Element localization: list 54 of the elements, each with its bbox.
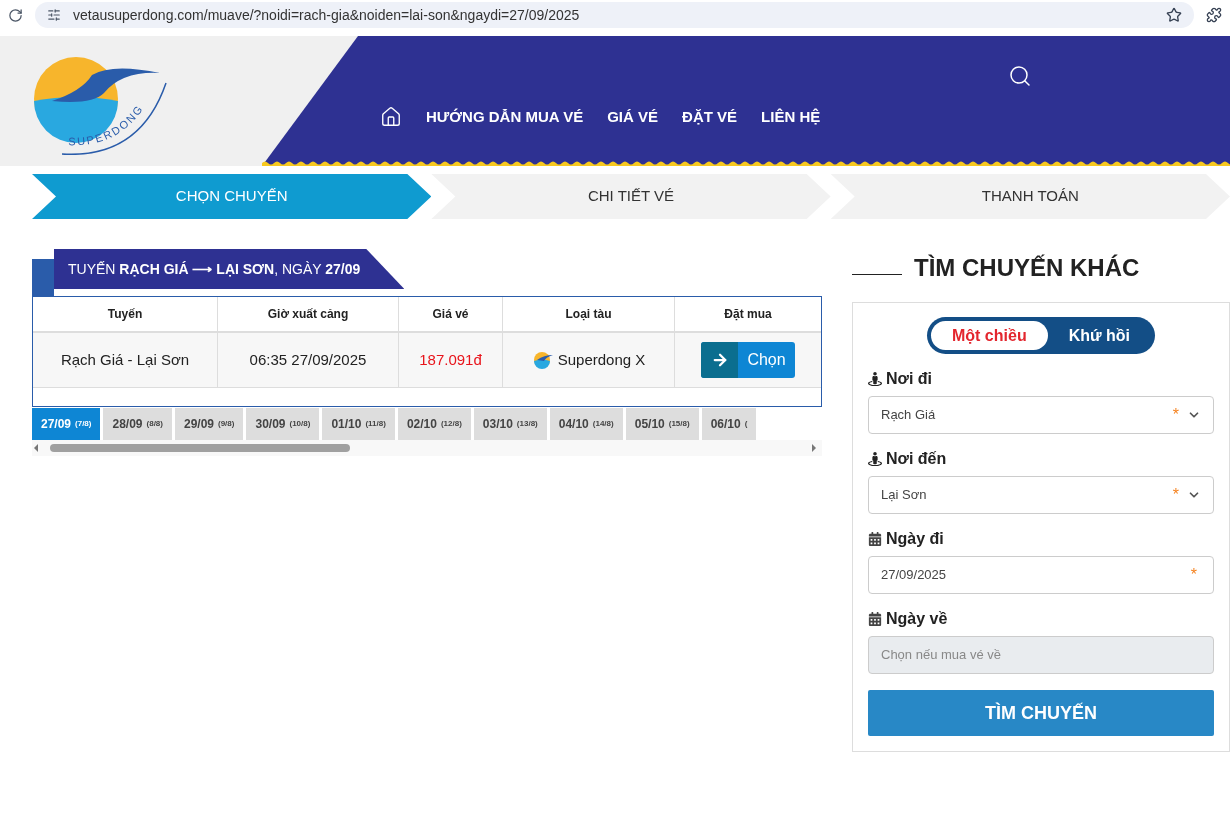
ship-logo-icon	[531, 351, 554, 369]
date-tab[interactable]: 30/09 (10/8)	[246, 408, 320, 440]
nav-link[interactable]: ĐẶT VÉ	[682, 106, 738, 129]
search-button[interactable]: TÌM CHUYẾN	[868, 690, 1214, 736]
choose-button[interactable]: Chọn	[701, 342, 795, 378]
ship-name: Superdong X	[557, 349, 646, 370]
date-tab[interactable]: 02/10 (12/8)	[397, 408, 471, 440]
column-header: Loại tàu	[503, 297, 675, 331]
field-label: Nơi đến	[886, 449, 947, 469]
column-header: Giờ xuất cảng	[218, 297, 399, 331]
site-info-icon[interactable]	[47, 8, 61, 22]
date-tab[interactable]: 27/09 (7/8)	[32, 408, 101, 440]
nav-link[interactable]: LIÊN HỆ	[761, 106, 821, 129]
calendar-icon	[868, 612, 882, 626]
nav-link[interactable]: GIÁ VÉ	[607, 106, 659, 129]
required-asterisk: *	[1172, 405, 1179, 425]
date-tab[interactable]: 06/10 (	[701, 408, 757, 440]
section-title: TÌM CHUYẾN KHÁC	[914, 253, 1140, 283]
search-icon[interactable]	[1008, 64, 1032, 88]
date-tab[interactable]: 01/10 (11/8)	[322, 408, 395, 440]
person-pin-icon	[868, 372, 882, 386]
select-field[interactable]: Rạch Giá *	[868, 396, 1214, 434]
input-field[interactable]: 27/09/2025 *	[868, 556, 1214, 594]
home-icon[interactable]	[380, 106, 402, 129]
field-label: Ngày đi	[886, 529, 944, 549]
field-label: Ngày về	[886, 609, 948, 629]
date-tab[interactable]: 28/09 (8/8)	[103, 408, 172, 440]
trip-type-option[interactable]: Khứ hồi	[1047, 321, 1151, 350]
date-tab[interactable]: 04/10 (14/8)	[549, 408, 623, 440]
required-asterisk: *	[1172, 485, 1179, 505]
column-header: Tuyến	[33, 297, 218, 331]
table-cell: 06:35 27/09/2025	[218, 333, 399, 387]
extensions-icon[interactable]	[1206, 7, 1222, 23]
reload-icon[interactable]	[8, 7, 23, 23]
date-tab[interactable]: 03/10 (13/8)	[473, 408, 547, 440]
required-asterisk: *	[1190, 565, 1197, 585]
step-tab[interactable]: THANH TOÁN	[830, 174, 1230, 219]
field-label: Nơi đi	[886, 369, 933, 389]
calendar-icon	[868, 532, 882, 546]
address-bar[interactable]: vetausuperdong.com/muave/?noidi=rach-gia&noiden=lai-son&ngaydi=27/09/2025	[35, 2, 1194, 28]
route-banner: TUYẾN RẠCH GIÁ ⟶ LẠI SƠN, NGÀY 27/09	[54, 249, 405, 289]
trip-type-option[interactable]: Một chiều	[931, 321, 1048, 350]
bookmark-star-icon[interactable]	[1166, 7, 1182, 23]
price-cell: 187.091đ	[399, 333, 503, 387]
table-cell: Rạch Giá - Lại Sơn	[33, 333, 218, 387]
column-header: Đặt mua	[723, 306, 773, 323]
url-text: vetausuperdong.com/muave/?noidi=rach-gia&noiden=lai-son&ngaydi=27/09/2025	[73, 5, 581, 25]
nav-link[interactable]: HƯỚNG DẪN MUA VÉ	[426, 106, 584, 129]
date-tab[interactable]: 05/10 (15/8)	[625, 408, 699, 440]
person-pin-icon	[868, 452, 882, 466]
column-header: Giá vé	[399, 297, 503, 331]
step-tab[interactable]: CHI TIẾT VÉ	[431, 174, 831, 219]
select-field[interactable]: Lại Sơn *	[868, 476, 1214, 514]
date-tab[interactable]: 29/09 (9/8)	[174, 408, 244, 440]
